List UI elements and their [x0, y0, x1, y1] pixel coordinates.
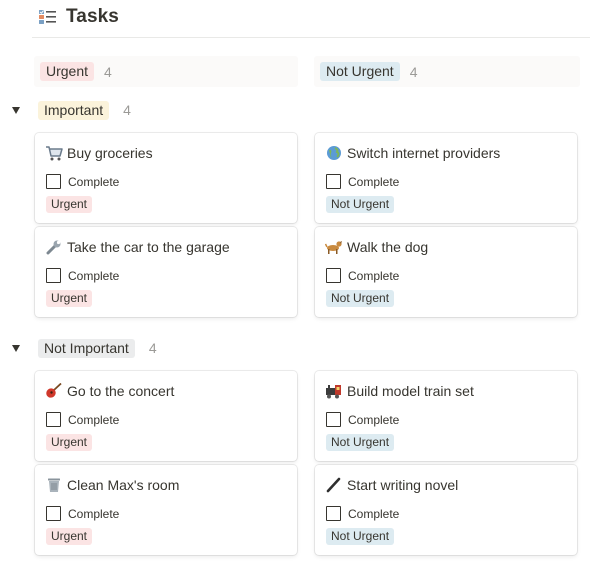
card-buy-groceries[interactable]: Buy groceries Complete Urgent	[35, 133, 297, 223]
card-title: Go to the concert	[67, 383, 175, 399]
train-icon	[325, 383, 343, 399]
urgency-tag: Not Urgent	[326, 434, 395, 451]
card-start-writing-novel[interactable]: Start writing novel Complete Not Urgent	[315, 465, 577, 555]
card-title: Switch internet providers	[347, 145, 501, 161]
card-build-model-train-set[interactable]: Build model train set Complete Not Urgen…	[315, 371, 577, 461]
guitar-icon	[45, 382, 63, 399]
card-title: Build model train set	[347, 383, 474, 399]
board-page: Tasks Urgent 4 Not Urgent 4 Important 4 …	[0, 0, 590, 565]
urgency-tag: Not Urgent	[326, 528, 395, 545]
card-title: Take the car to the garage	[67, 239, 230, 255]
card-title: Start writing novel	[347, 477, 459, 493]
page-title[interactable]: Tasks	[66, 6, 119, 28]
group-count: 4	[123, 102, 131, 118]
pen-icon	[325, 477, 343, 493]
urgency-tag: Urgent	[46, 290, 93, 307]
complete-checkbox[interactable]	[326, 268, 341, 283]
urgency-tag: Urgent	[46, 196, 93, 213]
column-label: Not Urgent	[320, 62, 400, 81]
collapse-caret-icon[interactable]	[12, 107, 20, 114]
group-label: Important	[38, 100, 110, 120]
column-count: 4	[104, 63, 112, 80]
urgency-tag: Not Urgent	[326, 196, 395, 213]
complete-checkbox[interactable]	[326, 506, 341, 521]
complete-checkbox[interactable]	[46, 506, 61, 521]
checkbox-label: Complete	[68, 174, 120, 189]
complete-checkbox[interactable]	[46, 268, 61, 283]
card-title: Clean Max's room	[67, 477, 180, 493]
header-divider	[32, 37, 590, 38]
column-label: Urgent	[40, 62, 95, 81]
checkbox-label: Complete	[348, 506, 400, 521]
trash-can-icon	[45, 477, 63, 493]
urgency-tag: Urgent	[46, 434, 93, 451]
complete-checkbox[interactable]	[46, 412, 61, 427]
shopping-cart-icon	[45, 145, 63, 161]
checkbox-label: Complete	[348, 174, 400, 189]
complete-checkbox[interactable]	[326, 174, 341, 189]
dog-icon	[324, 239, 343, 255]
wrench-icon	[45, 239, 63, 255]
column-header-not-urgent[interactable]: Not Urgent 4	[314, 56, 580, 87]
card-title: Walk the dog	[347, 239, 429, 255]
group-label: Not Important	[38, 338, 135, 358]
checkbox-label: Complete	[68, 506, 120, 521]
task-list-icon	[38, 8, 58, 26]
collapse-caret-icon[interactable]	[12, 345, 20, 352]
page-header: Tasks	[38, 4, 119, 30]
group-header-not-important[interactable]: Not Important 4	[12, 336, 157, 360]
card-clean-maxs-room[interactable]: Clean Max's room Complete Urgent	[35, 465, 297, 555]
checkbox-label: Complete	[348, 412, 400, 427]
globe-icon	[325, 145, 343, 161]
complete-checkbox[interactable]	[46, 174, 61, 189]
checkbox-label: Complete	[348, 268, 400, 283]
urgency-tag: Not Urgent	[326, 290, 395, 307]
checkbox-label: Complete	[68, 412, 120, 427]
card-switch-internet-providers[interactable]: Switch internet providers Complete Not U…	[315, 133, 577, 223]
group-count: 4	[148, 340, 157, 356]
column-count: 4	[409, 63, 418, 80]
checkbox-label: Complete	[68, 268, 120, 283]
group-header-important[interactable]: Important 4	[12, 98, 131, 122]
card-walk-the-dog[interactable]: Walk the dog Complete Not Urgent	[315, 227, 577, 317]
complete-checkbox[interactable]	[326, 412, 341, 427]
card-title: Buy groceries	[67, 145, 153, 161]
column-header-urgent[interactable]: Urgent 4	[34, 56, 298, 87]
urgency-tag: Urgent	[46, 528, 93, 545]
card-take-car-to-garage[interactable]: Take the car to the garage Complete Urge…	[35, 227, 297, 317]
card-go-to-the-concert[interactable]: Go to the concert Complete Urgent	[35, 371, 297, 461]
